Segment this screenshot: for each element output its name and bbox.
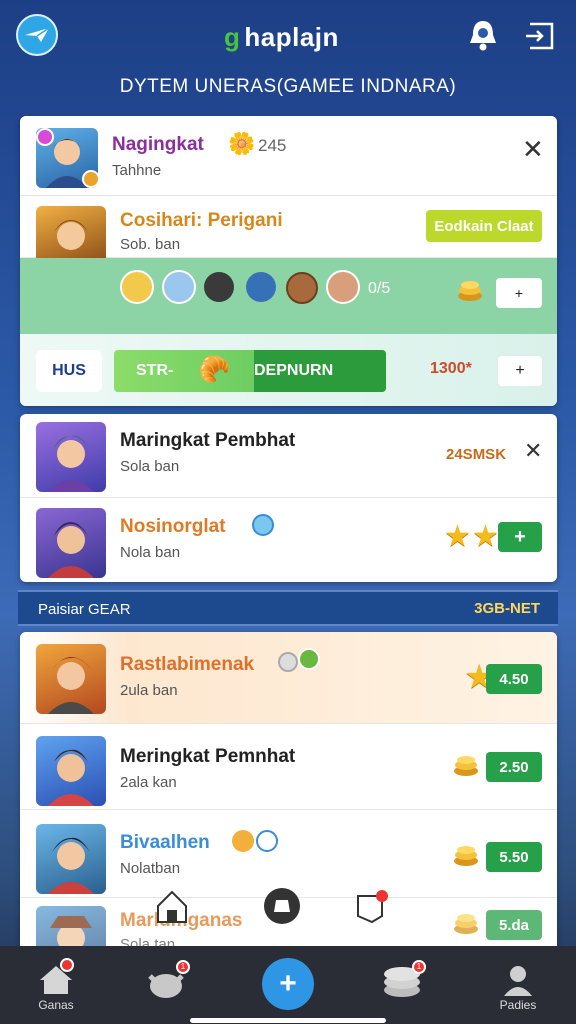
section-header: Paisiar GEAR 3GB-NET [18, 590, 558, 626]
leaderboard-row[interactable]: Rastlabimenak 2ula ban ★ 4.50 [20, 632, 557, 724]
score-button[interactable]: 5.da [486, 910, 542, 940]
reward-value: 1300* [430, 360, 472, 377]
notification-badge: 1 [176, 960, 190, 974]
flower-icon: 🌼 [228, 131, 256, 156]
player-subtitle: 2ala kan [120, 774, 177, 791]
avatar [36, 906, 106, 946]
player-name: Nagingkat [112, 134, 204, 155]
player-subtitle: Nola ban [120, 544, 181, 561]
player-score: 245 [258, 136, 287, 155]
map-pin-icon[interactable] [352, 886, 392, 926]
status-icon [256, 830, 278, 852]
star-icon: ★ [444, 520, 471, 553]
player-name: Nosinorglat [120, 516, 226, 537]
rank-badge [82, 170, 100, 188]
player-value: 24SMSK [446, 446, 507, 463]
avatar [36, 644, 106, 714]
party-strip: 0/5 + [20, 258, 557, 334]
coin-stack-icon [454, 914, 478, 934]
shop-icon[interactable] [262, 886, 302, 926]
player-subtitle: Sola ban [120, 458, 180, 475]
hus-label: HUS [36, 350, 102, 392]
status-icon [298, 648, 320, 670]
party-avatar[interactable] [162, 270, 196, 304]
party-avatar[interactable] [286, 272, 318, 304]
score-button[interactable]: 4.50 [486, 664, 542, 694]
party-avatar[interactable] [120, 270, 154, 304]
coin-stack-icon [458, 281, 482, 301]
app-title: g haplajn [224, 22, 339, 52]
score-button[interactable]: 2.50 [486, 752, 542, 782]
friends-panel: Maringkat Pembhat Sola ban 24SMSK ✕ Nosi… [20, 414, 557, 582]
progress-bar-row: HUS STR- 🥐 DEPNURN 1300* + [20, 334, 557, 406]
nav-profile[interactable]: Padies [478, 946, 558, 1024]
player-name: Maringkat Pembhat [120, 430, 296, 451]
game-row[interactable]: Nosinorglat Nola ban ★ ★ + [20, 498, 557, 582]
avatar [36, 422, 106, 492]
player-name: Cosihari: Perigani [120, 210, 283, 231]
coin-stack-icon [454, 846, 478, 866]
player-name: Rastlabimenak [120, 654, 255, 675]
party-count: 0/5 [368, 280, 391, 297]
close-icon[interactable]: ✕ [524, 440, 542, 462]
page-subtitle: DYTEM UNERAS(GAMEE INDNARA) [119, 76, 457, 97]
menu-logo-button[interactable] [16, 14, 58, 56]
section-title: Paisiar GEAR [38, 601, 131, 618]
notification-bell-icon[interactable] [466, 18, 500, 54]
player-subtitle: Sob. ban [120, 236, 181, 253]
level-badge [36, 128, 54, 146]
nav-profile-label: Padies [499, 998, 537, 1012]
nav-center-action[interactable]: + [248, 946, 328, 1024]
bread-icon: 🥐 [198, 354, 231, 384]
status-icon [232, 830, 254, 852]
section-value: 3GB-NET [474, 600, 540, 617]
add-friend-button[interactable]: + [498, 522, 542, 552]
nav-home[interactable]: Ganas [16, 946, 96, 1024]
claim-button[interactable]: Eodkain Claat [426, 210, 542, 242]
party-avatar[interactable] [204, 272, 234, 302]
player-subtitle: Tahhne [112, 162, 162, 179]
avatar [36, 736, 106, 806]
star-icon: ★ [472, 520, 499, 553]
player-subtitle: Nolatban [120, 860, 181, 877]
game-row[interactable]: Nagingkat 🌼 245 Tahhne ✕ [20, 116, 557, 196]
leaderboard-row[interactable]: Bivaalhen Nolatban 5.50 [20, 810, 557, 898]
close-icon[interactable]: ✕ [522, 136, 544, 162]
player-name: Bivaalhen [120, 832, 210, 853]
party-avatar[interactable] [246, 272, 276, 302]
party-avatar[interactable] [326, 270, 360, 304]
nav-pets[interactable]: 1 [126, 946, 206, 1024]
bottom-navigation: Ganas 1 + 1 Padies [0, 946, 576, 1024]
top-bar: g haplajn [0, 0, 576, 76]
exit-icon[interactable] [524, 20, 556, 52]
player-name: Meringkat Pemnhat [120, 746, 296, 767]
nav-inventory[interactable]: 1 [362, 946, 442, 1024]
leaderboard-row[interactable]: Meringkat Pemnhat 2ala kan 2.50 [20, 724, 557, 810]
status-icon [278, 652, 298, 672]
home-indicator [190, 1018, 386, 1023]
progress-left-label: STR- [136, 362, 174, 379]
notification-badge [60, 958, 74, 972]
game-row[interactable]: Maringkat Pembhat Sola ban 24SMSK ✕ [20, 414, 557, 498]
progress-bar: STR- 🥐 DEPNURN [114, 350, 386, 392]
plus-icon: + [262, 958, 314, 1010]
house-icon[interactable] [152, 886, 192, 926]
add-party-button[interactable]: + [496, 278, 542, 308]
avatar [36, 508, 106, 578]
paper-plane-icon [25, 27, 50, 42]
score-button[interactable]: 5.50 [486, 842, 542, 872]
coin-stack-icon [454, 756, 478, 776]
game-row[interactable]: Cosihari: Perigani Sob. ban Eodkain Claa… [20, 196, 557, 276]
player-subtitle: Sola tan [120, 936, 176, 946]
avatar [36, 824, 106, 894]
add-reward-button[interactable]: + [498, 356, 542, 386]
active-game-panel: Nagingkat 🌼 245 Tahhne ✕ Cosihari: Perig… [20, 116, 557, 406]
progress-right-label: DEPNURN [254, 362, 334, 379]
status-icon [252, 514, 274, 536]
player-subtitle: 2ula ban [120, 682, 178, 699]
nav-home-label: Ganas [38, 998, 74, 1012]
notification-badge: 1 [412, 960, 426, 974]
person-icon [504, 966, 532, 996]
